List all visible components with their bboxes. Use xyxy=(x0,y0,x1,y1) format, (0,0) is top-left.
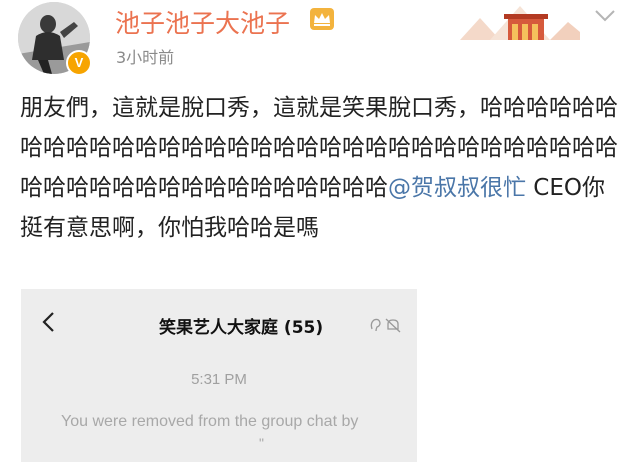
group-chat-title: 笑果艺人大家庭 (55) xyxy=(159,313,323,338)
post-body: 朋友們，這就是脫口秀，這就是笑果脫口秀，哈哈哈哈哈哈哈哈哈哈哈哈哈哈哈哈哈哈哈哈… xyxy=(20,88,622,248)
user-mention-link[interactable]: @贺叔叔很忙 xyxy=(388,175,526,201)
chevron-left-icon xyxy=(41,311,55,333)
crown-icon xyxy=(310,8,334,30)
v-verified-icon: V xyxy=(66,50,92,76)
mute-bell-icon xyxy=(385,318,401,333)
header-decoration-image xyxy=(450,0,580,40)
author-name[interactable]: 池子池子大池子 xyxy=(115,4,290,40)
member-count: (55) xyxy=(283,318,324,338)
post-timestamp: 3小时前 xyxy=(116,48,175,67)
group-name: 笑果艺人大家庭 xyxy=(159,318,278,338)
status-icons xyxy=(368,317,404,333)
system-notice: You were removed from the group chat by xyxy=(61,413,359,430)
chevron-down-icon[interactable] xyxy=(594,8,616,24)
message-time: 5:31 PM xyxy=(191,371,247,388)
embedded-screenshot[interactable]: 笑果艺人大家庭 (55) 5:31 PM You were removed fr… xyxy=(21,289,417,462)
system-notice-trailing: " xyxy=(259,435,264,451)
ear-icon xyxy=(370,318,381,332)
